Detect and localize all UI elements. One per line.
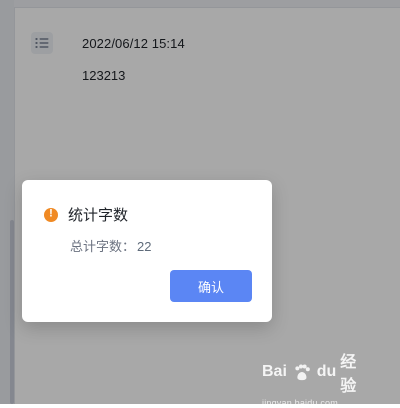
dialog-body: 总计字数： 22 xyxy=(70,236,151,255)
word-count-value: 22 xyxy=(137,239,152,254)
confirm-button[interactable]: 确认 xyxy=(170,270,252,302)
warning-exclamation-mark: ! xyxy=(49,207,53,220)
word-count-dialog: ! 统计字数 总计字数： 22 确认 xyxy=(22,180,272,322)
warning-circle-icon: ! xyxy=(44,207,58,222)
dialog-header: ! 统计字数 xyxy=(44,204,128,225)
word-count-label: 总计字数： xyxy=(70,239,136,254)
dialog-title: 统计字数 xyxy=(68,207,129,224)
